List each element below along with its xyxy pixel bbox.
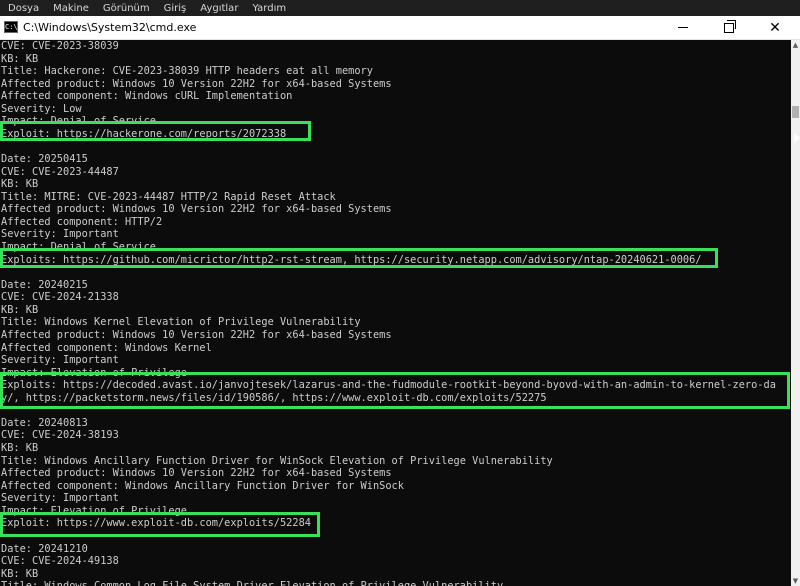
cmd-icon: C:\ — [4, 21, 18, 33]
console-line: CVE: CVE-2024-21338 — [1, 291, 119, 304]
console-line: Exploit: https://hackerone.com/reports/2… — [1, 127, 287, 140]
scroll-down-icon[interactable]: ▼ — [791, 576, 800, 586]
minimize-button[interactable] — [660, 16, 706, 39]
menu-file[interactable]: Dosya — [8, 3, 39, 14]
console-line: Affected product: Windows 10 Version 22H… — [1, 467, 392, 480]
console-line: Impact: Denial of Service — [1, 241, 156, 253]
scroll-up-icon[interactable]: ▲ — [791, 40, 800, 50]
close-button[interactable]: ✕ — [752, 16, 798, 39]
console-line: Exploits: https://github.com/micrictor/h… — [1, 253, 702, 266]
console-line: Affected product: Windows 10 Version 22H… — [1, 203, 392, 216]
restore-icon — [724, 19, 736, 33]
console-line: CVE: CVE-2023-38039 — [1, 40, 119, 52]
console-line: y/, https://packetstorm.news/files/id/19… — [1, 391, 547, 404]
window-titlebar[interactable]: C:\ C:\Windows\System32\cmd.exe ✕ — [0, 16, 800, 40]
maximize-button[interactable] — [706, 16, 752, 39]
console-line: Severity: Important — [1, 492, 119, 505]
close-icon: ✕ — [769, 19, 781, 36]
console-line: Date: 20240813 — [1, 416, 88, 429]
console-line: Exploits: https://decoded.avast.io/janvo… — [1, 379, 776, 392]
console-line: CVE: CVE-2024-49138 — [1, 555, 119, 568]
scroll-thumb[interactable] — [792, 106, 799, 118]
console-line: CVE: CVE-2023-44487 — [1, 165, 119, 178]
console-line: KB: KB — [1, 52, 39, 65]
console-line: Title: MITRE: CVE-2023-44487 HTTP/2 Rapi… — [1, 190, 336, 203]
console-line: Impact: Elevation of Privilege — [1, 366, 187, 379]
window-title: C:\Windows\System32\cmd.exe — [23, 21, 197, 34]
console-line: KB: KB — [1, 442, 39, 454]
console-line: Affected component: HTTP/2 — [1, 215, 163, 228]
console-line: Impact: Denial of Service — [1, 115, 156, 128]
console-line: Affected component: Windows Ancillary Fu… — [1, 479, 404, 492]
console-line: Affected product: Windows 10 Version 22H… — [1, 77, 392, 90]
console-output[interactable]: CVE: CVE-2023-38039 KB: KB Title: Hackeron… — [0, 40, 791, 586]
console-line: Date: 20240215 — [1, 278, 88, 291]
console-line: Date: 20241210 — [1, 542, 88, 555]
console-line: Severity: Important — [1, 354, 119, 367]
console-line: Title: Windows Kernel Elevation of Privi… — [1, 316, 361, 329]
vertical-scrollbar[interactable]: ▲ ▼ — [791, 40, 800, 586]
console-line: Severity: Important — [1, 228, 119, 241]
console-line: Date: 20250415 — [1, 153, 88, 166]
menu-devices[interactable]: Aygıtlar — [200, 3, 238, 14]
console-line: KB: KB — [1, 303, 39, 316]
console-line: Exploit: https://www.exploit-db.com/expl… — [1, 517, 311, 530]
menu-bar: Dosya Makine Görünüm Giriş Aygıtlar Yard… — [0, 0, 800, 16]
console-line: Affected component: Windows cURL Impleme… — [1, 90, 293, 103]
minimize-icon — [678, 27, 688, 28]
console-line: KB: KB — [1, 178, 39, 191]
console-line: Impact: Elevation of Privilege — [1, 504, 187, 517]
menu-help[interactable]: Yardım — [252, 3, 286, 14]
console-line: KB: KB — [1, 567, 39, 580]
menu-machine[interactable]: Makine — [53, 3, 89, 14]
console-line: CVE: CVE-2024-38193 — [1, 429, 119, 442]
menu-view[interactable]: Görünüm — [103, 3, 150, 14]
console-line: Severity: Low — [1, 102, 82, 115]
console-text: CVE: CVE-2023-38039 KB: KB Title: Hackeron… — [0, 40, 791, 586]
console-line: Title: Hackerone: CVE-2023-38039 HTTP he… — [1, 65, 373, 78]
mouse-cursor-icon — [794, 133, 800, 143]
console-line: Title: Windows Common Log File System Dr… — [1, 580, 791, 586]
console-line: Title: Windows Ancillary Function Driver… — [1, 454, 553, 467]
menu-input[interactable]: Giriş — [164, 3, 187, 14]
console-line: Affected component: Windows Kernel — [1, 341, 212, 354]
console-line: Affected product: Windows 10 Version 22H… — [1, 328, 392, 341]
